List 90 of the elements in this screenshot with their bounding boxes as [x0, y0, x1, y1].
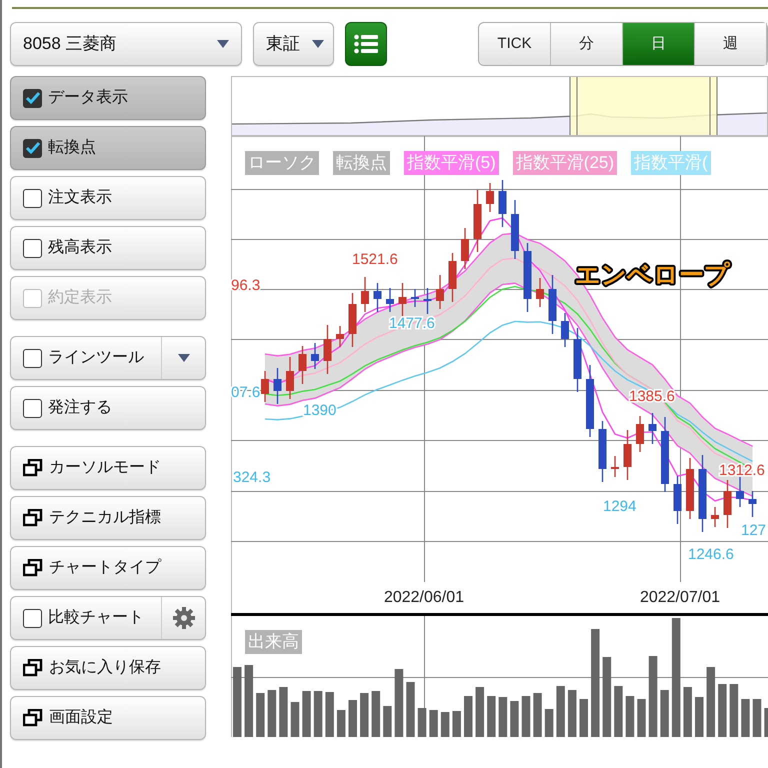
symbol-select[interactable]: 8058 三菱商 [10, 22, 242, 66]
settings-icon [172, 607, 194, 629]
menu-button[interactable]: テクニカル指標 [10, 496, 206, 540]
checkbox[interactable] [23, 608, 42, 628]
toggle-button[interactable]: 注文表示 [10, 176, 206, 220]
candlestick [736, 477, 744, 507]
price-label: 324.3 [233, 469, 271, 486]
legend-label: 指数平滑(25) [512, 151, 618, 175]
checkbox[interactable] [23, 88, 42, 108]
candlestick [536, 278, 544, 307]
menu-button[interactable]: カーソルモード [10, 446, 206, 490]
list-icon [354, 34, 378, 54]
legend-label: 指数平滑( [631, 151, 711, 175]
caret-icon [312, 40, 324, 48]
legend-label: ローソク [245, 151, 319, 175]
candlestick [374, 283, 382, 312]
period-tab[interactable]: TICK [479, 23, 551, 65]
candlestick [261, 371, 269, 402]
toggle-button[interactable]: 転換点 [10, 126, 206, 170]
price-label: 1312.6 [719, 462, 765, 479]
candlestick [298, 346, 306, 384]
caret-icon [178, 354, 190, 362]
checkbox[interactable] [23, 238, 42, 258]
volume-label: 出来高 [245, 630, 302, 654]
candlestick [674, 476, 682, 524]
period-tab[interactable]: 分 [551, 23, 623, 65]
candlestick [461, 228, 469, 269]
toggle-button[interactable]: 比較チャート [11, 597, 155, 639]
candlestick [336, 326, 344, 347]
windows-icon [23, 709, 43, 727]
date-label: 2022/07/01 [640, 589, 720, 606]
toggle-button[interactable]: データ表示 [10, 76, 206, 120]
candlestick [611, 456, 619, 477]
price-label: 1477.6 [389, 315, 435, 332]
candlestick [286, 357, 294, 399]
period-tab[interactable]: 日 [623, 23, 695, 65]
candlestick [448, 253, 456, 302]
checkbox[interactable] [23, 398, 42, 418]
legend-label: 転換点 [333, 151, 390, 175]
candlestick [548, 275, 556, 334]
menu-button[interactable]: 画面設定 [10, 696, 206, 740]
candlestick [511, 200, 519, 259]
checkbox[interactable] [23, 138, 42, 158]
candlestick [624, 430, 632, 480]
candlestick [386, 288, 394, 312]
candlestick [636, 416, 644, 452]
candlestick [574, 328, 582, 392]
checkbox[interactable] [23, 188, 42, 208]
candlestick [748, 491, 756, 517]
windows-icon [23, 559, 43, 577]
toggle-button[interactable]: 発注する [10, 386, 206, 430]
toggle-button[interactable]: ラインツール [11, 337, 155, 379]
candlestick [711, 507, 719, 527]
price-label: 1294 [603, 498, 636, 515]
date-label: 2022/06/01 [384, 589, 464, 606]
price-label: 127 [741, 522, 766, 539]
candlestick [486, 183, 494, 212]
candlestick [586, 365, 594, 437]
candlestick [724, 480, 732, 528]
candlestick [686, 458, 694, 519]
menu-button[interactable]: チャートタイプ [10, 546, 206, 590]
list-view-button[interactable] [344, 22, 387, 66]
market-select[interactable]: 東証 [252, 22, 334, 66]
period-tab[interactable]: 週 [695, 23, 767, 65]
candlestick [474, 190, 482, 252]
price-label: 1521.6 [352, 251, 398, 268]
candlestick [411, 289, 419, 307]
windows-icon [23, 509, 43, 527]
checkbox[interactable] [23, 348, 42, 368]
candlestick [361, 277, 369, 312]
envelope-label: エンベロープ [575, 261, 730, 289]
windows-icon [23, 459, 43, 477]
candlestick [648, 413, 656, 444]
windows-icon [23, 659, 43, 677]
candlestick [436, 275, 444, 309]
legend-label: 指数平滑(5) [404, 151, 499, 175]
candlestick [324, 325, 332, 374]
candlestick [498, 180, 506, 227]
candlestick [424, 288, 432, 314]
candlestick [311, 343, 319, 369]
candlestick [524, 243, 532, 312]
toggle-button[interactable]: 残高表示 [10, 226, 206, 270]
candlestick [398, 283, 406, 317]
caret-icon [216, 40, 229, 48]
menu-button[interactable]: お気に入り保存 [10, 646, 206, 690]
candlestick [598, 421, 606, 482]
price-label: 1246.6 [688, 546, 734, 563]
candlestick [274, 368, 282, 404]
candlestick [561, 313, 569, 347]
candlestick [348, 293, 356, 347]
